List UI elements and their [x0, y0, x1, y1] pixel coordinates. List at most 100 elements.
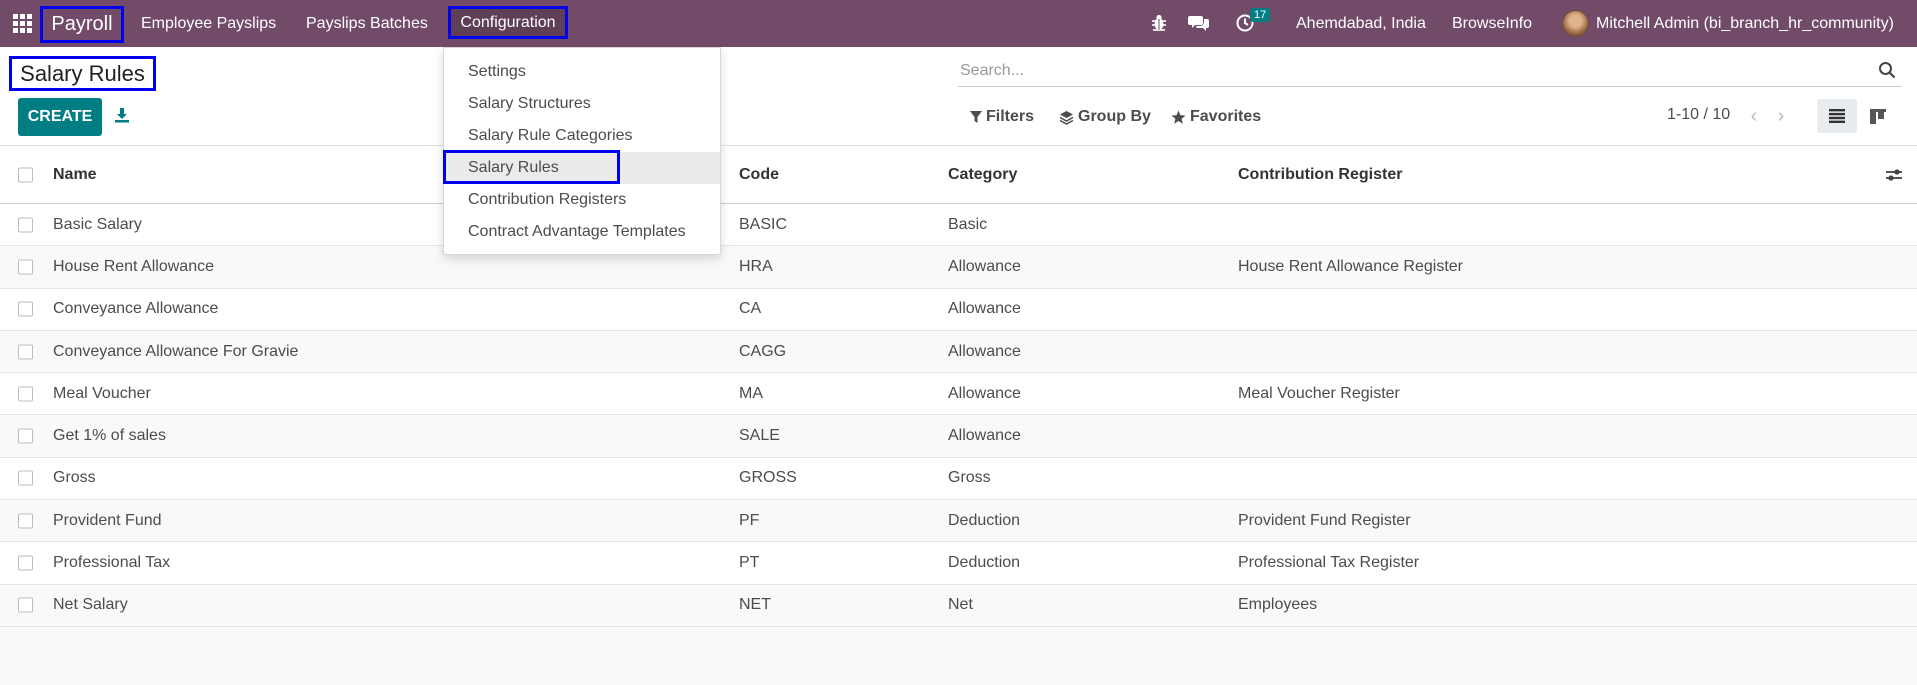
cell-code: GROSS [739, 469, 797, 487]
user-menu[interactable]: Mitchell Admin (bi_branch_hr_community) [1596, 0, 1894, 47]
cell-name: Basic Salary [53, 215, 142, 233]
table-row[interactable]: House Rent Allowance HRA Allowance House Re… [0, 246, 1917, 289]
table-row[interactable]: Basic Salary BASIC Basic [0, 204, 1917, 247]
cell-name: Conveyance Allowance For Gravie [53, 342, 299, 360]
cell-contribution-register: House Rent Allowance Register [1238, 257, 1464, 275]
row-checkbox[interactable] [18, 217, 33, 233]
pager-next-icon[interactable]: › [1773, 105, 1789, 127]
kanban-view-icon[interactable] [1858, 99, 1898, 133]
chat-icon[interactable] [1188, 12, 1210, 34]
search-icon[interactable] [1878, 61, 1898, 81]
column-header-contribution-register[interactable]: Contribution Register [1238, 146, 1402, 203]
favorites-button[interactable]: Favorites [1171, 105, 1261, 129]
menu-configuration[interactable]: Configuration [448, 6, 568, 39]
table-row[interactable]: Provident Fund PF Deduction Provident Fund … [0, 500, 1917, 543]
table-row[interactable]: Meal Voucher MA Allowance Meal Voucher Regi… [0, 373, 1917, 416]
cell-code: CA [739, 300, 762, 318]
table-row[interactable]: Conveyance Allowance For Gravie CAGG Allow… [0, 330, 1917, 374]
row-checkbox[interactable] [18, 470, 33, 486]
app-title[interactable]: Payroll [40, 6, 124, 43]
pager-value[interactable]: 1-10 / 10 [1667, 106, 1730, 124]
cell-code: NET [739, 596, 771, 614]
row-checkbox[interactable] [18, 428, 33, 444]
bug-icon[interactable] [1148, 12, 1170, 34]
cell-name: Gross [53, 469, 96, 487]
filter-icon [970, 110, 982, 123]
cell-category: Deduction [948, 554, 1021, 572]
cell-code: SALE [739, 427, 780, 445]
column-header-name[interactable]: Name [53, 146, 97, 203]
favorites-label: Favorites [1190, 108, 1262, 125]
cell-name: Get 1% of sales [53, 427, 166, 445]
cell-name: Professional Tax [53, 554, 171, 572]
menu-payslips-batches[interactable]: Payslips Batches [306, 0, 428, 47]
filters-button[interactable]: Filters [970, 105, 1034, 129]
cell-name: Conveyance Allowance [53, 300, 219, 318]
empty-area [0, 630, 1917, 685]
cell-category: Basic [948, 215, 988, 233]
dropdown-item-contract-advantage-templates[interactable]: Contract Advantage Templates [444, 216, 720, 248]
search-input[interactable] [960, 59, 1840, 83]
dropdown-item-contribution-registers[interactable]: Contribution Registers [444, 184, 720, 216]
cell-code: PF [739, 511, 760, 529]
download-icon[interactable] [114, 107, 132, 125]
column-header-category[interactable]: Category [948, 146, 1017, 203]
create-button[interactable]: CREATE [18, 98, 102, 136]
filters-label: Filters [986, 108, 1035, 125]
list-view-icon[interactable] [1817, 99, 1857, 133]
cell-code: BASIC [739, 215, 788, 233]
cell-category: Allowance [948, 427, 1021, 445]
row-checkbox[interactable] [18, 301, 33, 317]
row-checkbox[interactable] [18, 344, 33, 360]
row-checkbox[interactable] [18, 386, 33, 402]
row-checkbox[interactable] [18, 555, 33, 571]
menu-employee-payslips[interactable]: Employee Payslips [141, 0, 276, 47]
pager-previous-icon[interactable]: ‹ [1746, 105, 1762, 127]
user-avatar[interactable] [1562, 10, 1589, 37]
table-row[interactable]: Professional Tax PT Deduction Professional … [0, 542, 1917, 585]
group-by-label: Group By [1078, 108, 1151, 125]
control-panel: Salary Rules CREATE Filters Group By [0, 47, 1917, 146]
search-bar [958, 55, 1902, 87]
cell-category: Allowance [948, 257, 1021, 275]
cell-category: Allowance [948, 342, 1021, 360]
row-checkbox[interactable] [18, 597, 33, 613]
table-row[interactable]: Get 1% of sales SALE Allowance [0, 415, 1917, 458]
website-link[interactable]: BrowseInfo [1452, 0, 1532, 47]
select-all-checkbox[interactable] [18, 167, 33, 182]
group-by-button[interactable]: Group By [1059, 105, 1151, 129]
optional-columns-icon[interactable] [1885, 166, 1903, 184]
table-row[interactable]: Net Salary NET Net Employees [0, 584, 1917, 627]
dropdown-item-salary-rule-categories[interactable]: Salary Rule Categories [444, 120, 720, 152]
list-header: Name Code Category Contribution Register [0, 146, 1917, 204]
cell-name: Provident Fund [53, 511, 162, 529]
cell-name: House Rent Allowance [53, 257, 214, 275]
row-checkbox[interactable] [18, 259, 33, 275]
cell-contribution-register: Meal Voucher Register [1238, 384, 1400, 402]
cell-code: PT [739, 554, 760, 572]
company-switcher[interactable]: Ahemdabad, India [1296, 0, 1426, 47]
dropdown-item-salary-structures[interactable]: Salary Structures [444, 88, 720, 120]
apps-menu-icon[interactable] [4, 0, 40, 47]
salary-rules-list: Name Code Category Contribution Register… [0, 146, 1917, 627]
layers-icon [1059, 110, 1074, 125]
table-row[interactable]: Conveyance Allowance CA Allowance [0, 289, 1917, 331]
table-row[interactable]: Gross GROSS Gross [0, 458, 1917, 501]
activity-count-badge: 17 [1250, 8, 1271, 22]
list-body: Basic Salary BASIC Basic House Rent Allowan… [0, 204, 1917, 627]
dropdown-item-settings[interactable]: Settings [444, 56, 720, 88]
cell-category: Net [948, 596, 973, 614]
star-icon [1171, 110, 1186, 124]
cell-code: CAGG [739, 342, 787, 360]
cell-category: Gross [948, 469, 991, 487]
top-navbar: Payroll Employee Payslips Payslips Batch… [0, 0, 1917, 47]
row-checkbox[interactable] [18, 513, 33, 529]
active-item-highlight [443, 150, 620, 184]
cell-name: Net Salary [53, 596, 128, 614]
cell-contribution-register: Professional Tax Register [1238, 554, 1420, 572]
cell-contribution-register: Provident Fund Register [1238, 511, 1411, 529]
cell-name: Meal Voucher [53, 384, 151, 402]
cell-category: Deduction [948, 511, 1021, 529]
column-header-code[interactable]: Code [739, 146, 779, 203]
cell-code: HRA [739, 257, 773, 275]
